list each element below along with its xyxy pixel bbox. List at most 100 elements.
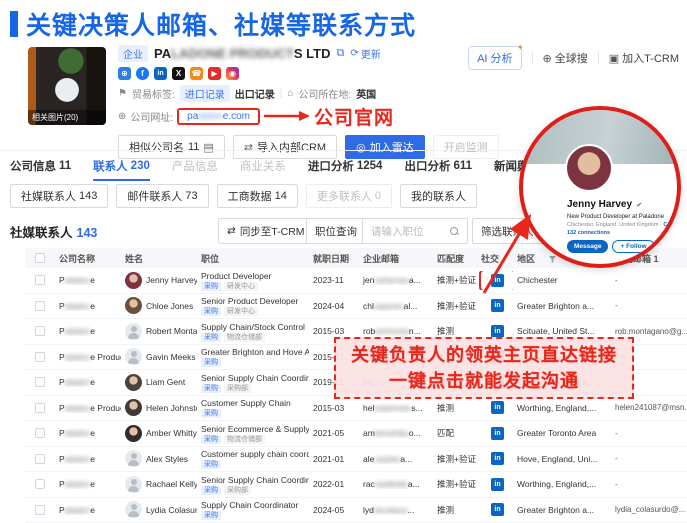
extra-email: -	[611, 454, 687, 463]
table-row: Paladone Amber Whitty Senior Ecommerce &…	[25, 421, 687, 447]
row-checkbox[interactable]	[35, 377, 45, 387]
contact-avatar	[125, 297, 142, 314]
website-link[interactable]: paladone.com	[177, 108, 260, 125]
tab-products[interactable]: 产品信息	[172, 151, 218, 181]
phone-icon[interactable]: ☎	[190, 67, 203, 80]
linkedin-annotation: 关键负责人的领英主页直达链接 一键点击就能发起沟通	[334, 337, 634, 399]
linkedin-connections[interactable]: 132 connections	[567, 230, 671, 236]
col-social-header: 社交	[477, 252, 513, 265]
row-checkbox[interactable]	[35, 479, 45, 489]
subtab-my-contacts[interactable]: 我的联系人	[400, 184, 477, 208]
match-level: 推测+验证	[433, 453, 477, 465]
tab-export-analysis[interactable]: 出口分析611	[404, 151, 472, 181]
col-email-header: 企业邮箱	[359, 252, 433, 265]
company-name-cell: Paladone	[55, 454, 121, 464]
table-row: Paladone Rachael Kelly Senior Supply Cha…	[25, 472, 687, 498]
position-tags: 采购采购部	[201, 384, 305, 393]
linkedin-icon[interactable]: in	[491, 274, 504, 287]
row-checkbox[interactable]	[35, 403, 45, 413]
extra-email: rob.montagano@g...	[611, 327, 687, 336]
region: Scituate, United St...	[513, 326, 611, 336]
linkedin-icon[interactable]: in	[491, 452, 504, 465]
position-title: Senior Supply Chain Coordinator	[201, 373, 305, 383]
company-name-cell: Paladone	[55, 377, 121, 387]
tab-contacts[interactable]: 联系人230	[93, 151, 150, 181]
position-title: Senior Ecommerce & Supply Cha...	[201, 424, 305, 434]
row-checkbox[interactable]	[35, 352, 45, 362]
select-all-checkbox[interactable]	[35, 253, 45, 263]
youtube-icon[interactable]: ▶	[208, 67, 221, 80]
company-name-cell: Paladone	[55, 479, 121, 489]
linkedin-icon[interactable]: in	[491, 401, 504, 414]
subtab-email-contacts[interactable]: 邮件联系人73	[116, 184, 208, 208]
contact-avatar	[125, 425, 142, 442]
message-button[interactable]: Message	[567, 240, 608, 253]
linkedin-icon[interactable]: in	[491, 325, 504, 338]
row-checkbox[interactable]	[35, 301, 45, 311]
subtab-more-contacts[interactable]: 更多联系人0	[306, 184, 392, 208]
facebook-icon[interactable]: f	[136, 67, 149, 80]
company-photo[interactable]: 相关图片(20)	[28, 47, 106, 125]
table-row: Paladone Lydia Colasurdo Supply Chain Co…	[25, 498, 687, 523]
website-label: 公司网址:	[130, 109, 173, 124]
x-icon[interactable]: X	[172, 67, 185, 80]
filter-icon[interactable]	[549, 256, 556, 263]
region: Worthing, England,...	[513, 403, 611, 413]
company-name-cell: Paladone	[55, 301, 121, 311]
position-title: Customer Supply Chain	[201, 398, 305, 408]
hire-date: 2021-05	[309, 428, 359, 438]
row-checkbox[interactable]	[35, 275, 45, 285]
position-tag: 采购	[201, 409, 221, 418]
tab-company-info[interactable]: 公司信息11	[10, 151, 71, 181]
position-tag: 采购	[201, 486, 221, 495]
linkedin-icon[interactable]: in	[491, 427, 504, 440]
position-tags: 采购	[201, 511, 305, 520]
trade-label: 贸易标签:	[132, 86, 175, 101]
position-tag: 研发中心	[224, 307, 258, 316]
linkedin-icon[interactable]: in	[491, 299, 504, 312]
tab-business-relations[interactable]: 商业关系	[240, 151, 286, 181]
position-tag: 采购	[201, 384, 221, 393]
refresh-button[interactable]: ⟳更新	[350, 46, 380, 61]
company-email: jennyharveya...	[359, 275, 433, 285]
region: Hove, England, Uni...	[513, 454, 611, 464]
instagram-icon[interactable]: ◉	[226, 67, 239, 80]
contact-name: Gavin Meeks	[146, 352, 196, 362]
follow-button[interactable]: + Follow	[612, 240, 654, 253]
company-email: robertmontan...	[359, 326, 433, 336]
position-tags: 采购研发中心	[201, 282, 305, 291]
company-name-cell: Paladone	[55, 275, 121, 285]
position-tags: 采购	[201, 460, 305, 469]
tab-import-analysis[interactable]: 进口分析1254	[308, 151, 383, 181]
export-record-tag[interactable]: 出口记录	[235, 86, 275, 101]
job-search-input[interactable]: 请输入职位	[362, 218, 468, 244]
linkedin-avatar	[565, 144, 613, 192]
subtab-registry-data[interactable]: 工商数据14	[217, 184, 298, 208]
list-title: 社媒联系人143	[10, 222, 97, 241]
row-checkbox[interactable]	[35, 326, 45, 336]
linkedin-icon[interactable]: in	[491, 478, 504, 491]
linkedin-icon[interactable]: in	[491, 503, 504, 516]
row-checkbox[interactable]	[35, 428, 45, 438]
web-icon[interactable]: ⊕	[118, 67, 131, 80]
page: 关键决策人邮箱、社媒等联系方式 相关图片(20) AI 分析✦ ⊕全球搜 ▣加入…	[0, 0, 687, 523]
position-tag: 采购	[201, 435, 221, 444]
company-email: helenjohnstos...	[359, 403, 433, 413]
linkedin-location: Chichester, England, United Kingdom · Co…	[567, 222, 671, 228]
subtab-social-contacts[interactable]: 社媒联系人143	[10, 184, 108, 208]
contact-name: Chloe Jones	[146, 301, 193, 311]
linkedin-icon[interactable]: in	[154, 67, 167, 80]
building-icon: ⌂	[287, 88, 293, 99]
position-tag: 采购	[201, 358, 221, 367]
row-checkbox[interactable]	[35, 505, 45, 515]
linkedin-name: Jenny Harvey	[567, 199, 632, 210]
contact-name: Amber Whitty	[146, 428, 197, 438]
table-row: Paladone Jenny Harvey Product Developer采…	[25, 268, 687, 294]
position-tag: 采购	[201, 460, 221, 469]
import-record-tag[interactable]: 进口记录	[180, 85, 230, 102]
row-checkbox[interactable]	[35, 454, 45, 464]
contact-name: Liam Gent	[146, 377, 185, 387]
copy-icon[interactable]: ⧉	[336, 47, 344, 60]
sync-tcrm-button[interactable]: ⇄同步至T-CRM	[218, 218, 314, 244]
region: Greater Brighton a...	[513, 301, 611, 311]
